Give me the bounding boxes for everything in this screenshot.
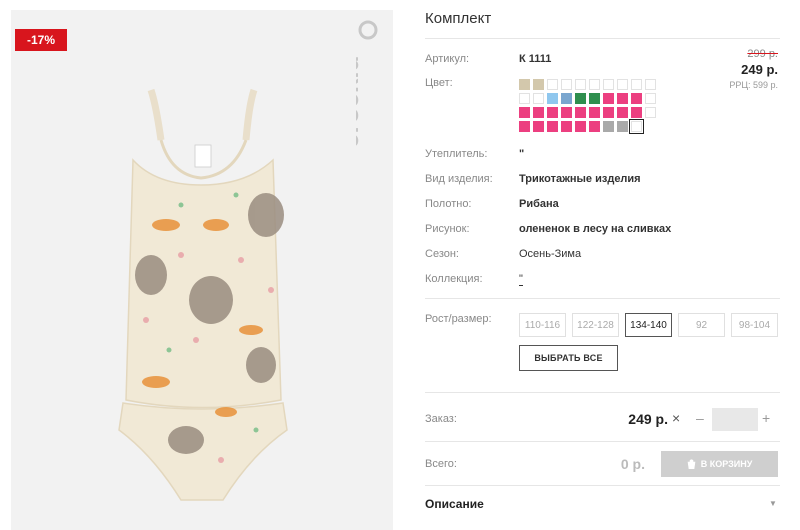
size-option[interactable]: 92 (678, 313, 725, 337)
size-option[interactable]: 122-128 (572, 313, 619, 337)
color-swatches (519, 79, 664, 134)
old-price: 299 р. (747, 48, 778, 60)
product-type-label: Вид изделия: (425, 173, 493, 185)
color-swatch[interactable] (589, 107, 600, 118)
color-label: Цвет: (425, 77, 453, 89)
rrp-price: РРЦ: 599 р. (729, 80, 778, 90)
color-swatch[interactable] (603, 121, 614, 132)
color-swatch[interactable] (547, 79, 558, 90)
svg-text:crockid: crockid (356, 56, 364, 149)
color-swatch[interactable] (547, 121, 558, 132)
color-swatch[interactable] (561, 107, 572, 118)
product-image[interactable] (11, 10, 393, 530)
divider (425, 485, 780, 486)
color-swatch[interactable] (561, 93, 572, 104)
size-option[interactable]: 134-140 (625, 313, 672, 337)
collection-link-text[interactable]: " (519, 273, 523, 286)
color-swatch[interactable] (629, 119, 644, 134)
season-value: Осень-Зима (519, 248, 582, 260)
color-swatch[interactable] (589, 93, 600, 104)
discount-badge: -17% (15, 29, 67, 51)
fabric-value: Рибана (519, 198, 559, 210)
increment-button[interactable]: + (762, 410, 770, 426)
color-swatch[interactable] (575, 93, 586, 104)
color-swatch[interactable] (575, 121, 586, 132)
color-swatch[interactable] (631, 107, 642, 118)
order-label: Заказ: (425, 413, 457, 425)
decrement-button[interactable]: – (696, 410, 704, 426)
garment-illustration (118, 88, 288, 501)
article-value: К 1111 (519, 53, 552, 65)
current-price: 249 р. (741, 62, 778, 77)
color-swatch[interactable] (533, 93, 544, 104)
color-swatch[interactable] (603, 93, 614, 104)
divider (425, 441, 780, 442)
size-options: 110-116 122-128 134-140 92 98-104 (519, 313, 778, 337)
color-swatch[interactable] (603, 79, 614, 90)
divider (425, 298, 780, 299)
article-label: Артикул: (425, 53, 470, 65)
collection-link[interactable]: " (519, 273, 523, 286)
color-swatch[interactable] (519, 93, 530, 104)
add-to-cart-label: В КОРЗИНУ (700, 459, 753, 469)
color-swatch[interactable] (561, 79, 572, 90)
color-swatch[interactable] (575, 79, 586, 90)
color-swatch[interactable] (589, 121, 600, 132)
select-all-button[interactable]: ВЫБРАТЬ ВСЕ (519, 345, 618, 371)
color-swatch[interactable] (617, 121, 628, 132)
color-swatch[interactable] (533, 121, 544, 132)
order-price: 249 р. (628, 411, 668, 427)
chevron-down-icon[interactable]: ▼ (769, 499, 777, 508)
color-swatch[interactable] (645, 107, 656, 118)
color-swatch[interactable] (533, 107, 544, 118)
size-label: Рост/размер: (425, 313, 492, 325)
quantity-input[interactable] (712, 408, 758, 431)
color-swatch[interactable] (645, 93, 656, 104)
add-to-cart-button[interactable]: В КОРЗИНУ (661, 451, 778, 477)
color-swatch[interactable] (617, 107, 628, 118)
color-swatch[interactable] (519, 79, 530, 90)
pattern-label: Рисунок: (425, 223, 470, 235)
product-title: Комплект (425, 10, 492, 27)
brand-logo: crockid (356, 20, 378, 149)
color-swatch[interactable] (575, 107, 586, 118)
cart-icon (687, 459, 696, 469)
remove-icon[interactable]: × (672, 410, 680, 426)
pattern-value: олененок в лесу на сливках (519, 223, 672, 235)
insulation-value: " (519, 148, 525, 160)
color-swatch[interactable] (631, 79, 642, 90)
color-swatch[interactable] (561, 121, 572, 132)
collection-label: Коллекция: (425, 273, 483, 285)
color-swatch[interactable] (603, 107, 614, 118)
color-swatch[interactable] (589, 79, 600, 90)
insulation-label: Утеплитель: (425, 148, 488, 160)
color-swatch[interactable] (533, 79, 544, 90)
size-option[interactable]: 98-104 (731, 313, 778, 337)
color-swatch[interactable] (631, 93, 642, 104)
color-swatch[interactable] (645, 79, 656, 90)
total-label: Всего: (425, 458, 457, 470)
color-swatch[interactable] (617, 93, 628, 104)
fabric-label: Полотно: (425, 198, 472, 210)
divider (425, 38, 780, 39)
color-swatch[interactable] (617, 79, 628, 90)
color-swatch[interactable] (547, 107, 558, 118)
season-label: Сезон: (425, 248, 459, 260)
total-value: 0 р. (620, 456, 645, 472)
color-swatch[interactable] (519, 107, 530, 118)
color-swatch[interactable] (519, 121, 530, 132)
size-option[interactable]: 110-116 (519, 313, 566, 337)
product-type-value: Трикотажные изделия (519, 173, 641, 185)
description-toggle[interactable]: Описание (425, 497, 484, 511)
color-swatch[interactable] (547, 93, 558, 104)
divider (425, 392, 780, 393)
